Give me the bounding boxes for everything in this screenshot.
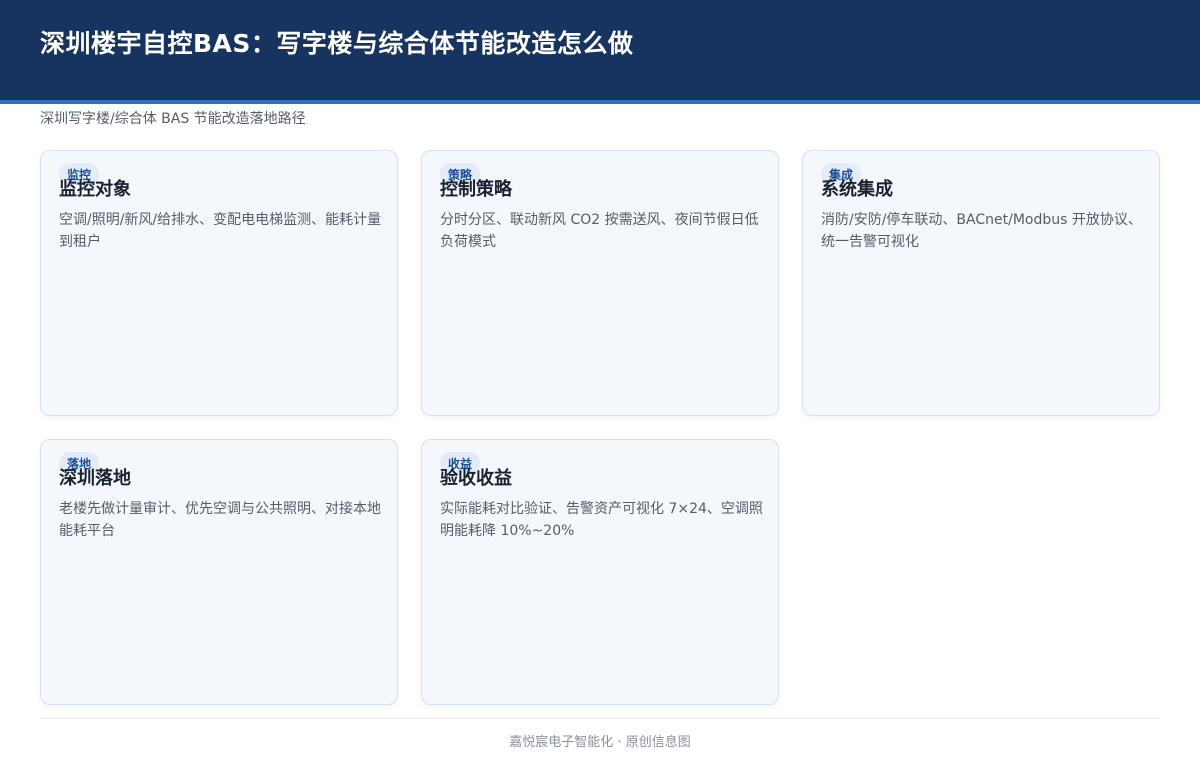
card-title: 验收收益 xyxy=(440,468,512,489)
page-title: 深圳楼宇自控BAS：写字楼与综合体节能改造怎么做 xyxy=(40,29,634,58)
footer-credit: 嘉悦宸电子智能化 · 原创信息图 xyxy=(509,735,691,750)
footer-divider xyxy=(40,718,1160,719)
card-monitoring: 监控 监控对象 空调/照明/新风/给排水、变配电电梯监测、能耗计量到租户 xyxy=(40,150,398,416)
card-description: 实际能耗对比验证、告警资产可视化 7×24、空调照明能耗降 10%~20% xyxy=(440,501,763,539)
card-description: 老楼先做计量审计、优先空调与公共照明、对接本地能耗平台 xyxy=(59,501,381,539)
card-description: 消防/安防/停车联动、BACnet/Modbus 开放协议、统一告警可视化 xyxy=(821,212,1142,250)
header-banner: 深圳楼宇自控BAS：写字楼与综合体节能改造怎么做 xyxy=(0,0,1200,104)
card-integration: 集成 系统集成 消防/安防/停车联动、BACnet/Modbus 开放协议、统一… xyxy=(802,150,1160,416)
card-shenzhen-rollout: 落地 深圳落地 老楼先做计量审计、优先空调与公共照明、对接本地能耗平台 xyxy=(40,439,398,705)
card-title: 系统集成 xyxy=(821,179,893,200)
card-description: 分时分区、联动新风 CO2 按需送风、夜间节假日低负荷模式 xyxy=(440,212,759,250)
page-subtitle: 深圳写字楼/综合体 BAS 节能改造落地路径 xyxy=(40,111,306,127)
card-title: 控制策略 xyxy=(440,179,512,200)
card-description: 空调/照明/新风/给排水、变配电电梯监测、能耗计量到租户 xyxy=(59,212,382,250)
card-title: 深圳落地 xyxy=(59,468,131,489)
card-strategy: 策略 控制策略 分时分区、联动新风 CO2 按需送风、夜间节假日低负荷模式 xyxy=(421,150,779,416)
card-title: 监控对象 xyxy=(59,179,131,200)
card-acceptance-benefits: 收益 验收收益 实际能耗对比验证、告警资产可视化 7×24、空调照明能耗降 10… xyxy=(421,439,779,705)
